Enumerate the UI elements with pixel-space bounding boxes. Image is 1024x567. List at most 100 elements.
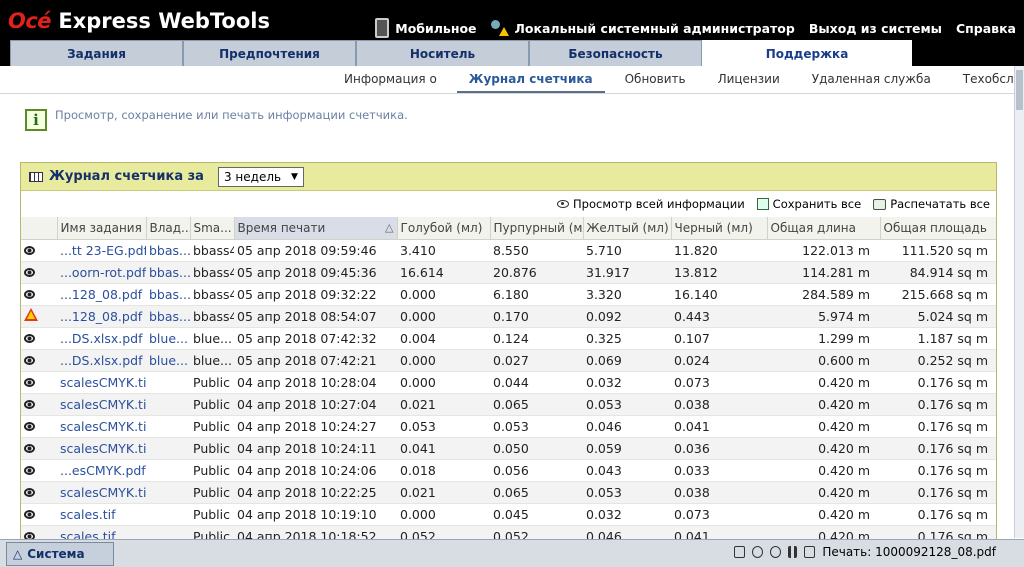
area-cell: 0.176 sq m: [880, 371, 996, 394]
vertical-scrollbar[interactable]: [1014, 66, 1024, 538]
sma-cell: blue...: [190, 327, 234, 350]
tab-support[interactable]: Поддержка: [702, 40, 912, 66]
table-row[interactable]: scalesCMYK.tif Public 04 апр 2018 10:24:27…: [21, 415, 996, 438]
length-cell: 0.420 m: [767, 481, 880, 504]
owner-cell: bbas...: [146, 283, 190, 306]
subtab-counter-log[interactable]: Журнал счетчика: [456, 66, 605, 94]
name-cell[interactable]: ...128_08.pdf: [57, 305, 146, 328]
app-logo: Océ Express WebTools: [8, 9, 270, 33]
eye-status-icon: [24, 421, 35, 431]
time-cell: 05 апр 2018 09:59:46: [234, 239, 397, 262]
yellow-cell: 5.710: [583, 239, 671, 262]
column-header-total-length-col[interactable]: Общая длина: [767, 217, 881, 240]
time-cell: 05 апр 2018 08:54:07: [234, 305, 397, 328]
name-cell[interactable]: scalesCMYK.tif: [57, 437, 146, 460]
help-link[interactable]: Справка: [956, 21, 1016, 36]
magenta-cell: 8.550: [490, 239, 583, 262]
system-tab[interactable]: △ Система: [6, 542, 114, 566]
column-header-owner-col[interactable]: Влад...: [146, 217, 191, 240]
column-header-total-area-col[interactable]: Общая площадь: [880, 217, 996, 240]
name-cell[interactable]: ...oorn-rot.pdf: [57, 261, 146, 284]
area-cell: 0.176 sq m: [880, 459, 996, 482]
panel-actions: Просмотр всей информации Сохранить все Р…: [21, 191, 996, 217]
eye-icon: [557, 200, 570, 208]
logout-link[interactable]: Выход из системы: [809, 21, 942, 36]
name-cell[interactable]: scalesCMYK.tif: [57, 415, 146, 438]
length-cell: 0.420 m: [767, 371, 880, 394]
brand-name: Océ: [8, 9, 52, 33]
view-all-button[interactable]: Просмотр всей информации: [557, 197, 745, 211]
save-all-button[interactable]: Сохранить все: [756, 197, 861, 211]
print-all-button[interactable]: Распечатать все: [873, 197, 990, 211]
top-header: Océ Express WebTools Мобильное Локальный…: [0, 0, 1024, 66]
name-cell[interactable]: ...DS.xlsx.pdf: [57, 349, 146, 372]
column-header-black-col[interactable]: Черный (мл): [671, 217, 768, 240]
name-cell[interactable]: scales.tif: [57, 503, 146, 526]
table-row[interactable]: ...oorn-rot.pdf bbas... bbass4 05 апр 2018 …: [21, 261, 996, 284]
subtab-info[interactable]: Информация о: [332, 66, 449, 94]
column-header-status-col[interactable]: [21, 217, 58, 240]
cyan-cell: 3.410: [397, 239, 490, 262]
column-header-cyan-col[interactable]: Голубой (мл): [397, 217, 491, 240]
status-cell: [21, 459, 57, 482]
column-header-yellow-col[interactable]: Желтый (мл): [583, 217, 672, 240]
eye-status-icon: [24, 509, 35, 519]
eye-status-icon: [24, 245, 35, 255]
black-cell: 0.073: [671, 503, 767, 526]
print-status-text: Печать: 1000092128_08.pdf: [822, 545, 996, 559]
column-header-smartbox-col[interactable]: Sma...: [190, 217, 235, 240]
column-header-print-time-col[interactable]: Время печати △: [234, 217, 398, 240]
tab-security[interactable]: Безопасность: [529, 40, 702, 66]
table-row[interactable]: ...DS.xlsx.pdf blue... blue... 05 апр 2018 …: [21, 349, 996, 372]
name-cell[interactable]: scalesCMYK.tif: [57, 481, 146, 504]
pause-icon[interactable]: [788, 546, 798, 558]
name-cell[interactable]: ...DS.xlsx.pdf: [57, 327, 146, 350]
mobile-link[interactable]: Мобильное: [375, 18, 477, 38]
name-cell[interactable]: scalesCMYK.tif: [57, 393, 146, 416]
subtab-remote-service[interactable]: Удаленная служба: [800, 66, 943, 94]
tab-preferences[interactable]: Предпочтения: [183, 40, 356, 66]
period-select[interactable]: 3 недель ▼: [217, 166, 304, 187]
sma-cell: Public: [190, 415, 234, 438]
table-row[interactable]: scalesCMYK.tif Public 04 апр 2018 10:22:25…: [21, 481, 996, 504]
scrollbar-thumb[interactable]: [1016, 70, 1023, 110]
black-cell: 0.038: [671, 393, 767, 416]
main-tabs: Задания Предпочтения Носитель Безопаснос…: [10, 40, 912, 66]
edit-icon[interactable]: [734, 546, 746, 558]
subtab-licenses[interactable]: Лицензии: [706, 66, 792, 94]
cyan-cell: 0.000: [397, 503, 490, 526]
name-cell[interactable]: ...tt 23-EG.pdf: [57, 239, 146, 262]
counter-log-panel: Журнал счетчика за 3 недель ▼ Просмотр в…: [20, 162, 997, 542]
sma-cell: Public: [190, 481, 234, 504]
column-header-magenta-col[interactable]: Пурпурный (мл): [490, 217, 584, 240]
table-row[interactable]: ...tt 23-EG.pdf bbas... bbass4 05 апр 2018 …: [21, 239, 996, 262]
area-cell: 215.668 sq m: [880, 283, 996, 306]
subtab-update[interactable]: Обновить: [613, 66, 698, 94]
stop-icon[interactable]: [770, 546, 782, 558]
cyan-cell: 0.021: [397, 393, 490, 416]
table-row[interactable]: ...DS.xlsx.pdf blue... blue... 05 апр 2018 …: [21, 327, 996, 350]
cycle-icon[interactable]: [752, 546, 764, 558]
tab-media[interactable]: Носитель: [356, 40, 529, 66]
name-cell[interactable]: ...128_08.pdf: [57, 283, 146, 306]
admin-link[interactable]: Локальный системный администратор: [490, 20, 795, 36]
name-cell[interactable]: ...esCMYK.pdf: [57, 459, 146, 482]
length-cell: 0.420 m: [767, 459, 880, 482]
status-cell: [21, 503, 57, 526]
table-row[interactable]: scalesCMYK.tif Public 04 апр 2018 10:27:04…: [21, 393, 996, 416]
tab-jobs[interactable]: Задания: [10, 40, 183, 66]
column-header-job-name-col[interactable]: Имя задания: [57, 217, 147, 240]
yellow-cell: 3.320: [583, 283, 671, 306]
yellow-cell: 31.917: [583, 261, 671, 284]
name-cell[interactable]: scalesCMYK.tif: [57, 371, 146, 394]
table-row[interactable]: ...esCMYK.pdf Public 04 апр 2018 10:24:06 0…: [21, 459, 996, 482]
table-row[interactable]: scalesCMYK.tif Public 04 апр 2018 10:28:04…: [21, 371, 996, 394]
table-row[interactable]: scalesCMYK.tif Public 04 апр 2018 10:24:11…: [21, 437, 996, 460]
black-cell: 0.024: [671, 349, 767, 372]
yellow-cell: 0.069: [583, 349, 671, 372]
table-row[interactable]: ...128_08.pdf bbas... bbass4 05 апр 2018 09…: [21, 283, 996, 306]
table-row[interactable]: ...128_08.pdf bbas... bbass4 05 апр 2018 08…: [21, 305, 996, 328]
mobile-device-icon: [375, 18, 390, 38]
table-row[interactable]: scales.tif Public 04 апр 2018 10:19:10 0.00…: [21, 503, 996, 526]
status-cell: [21, 239, 57, 262]
